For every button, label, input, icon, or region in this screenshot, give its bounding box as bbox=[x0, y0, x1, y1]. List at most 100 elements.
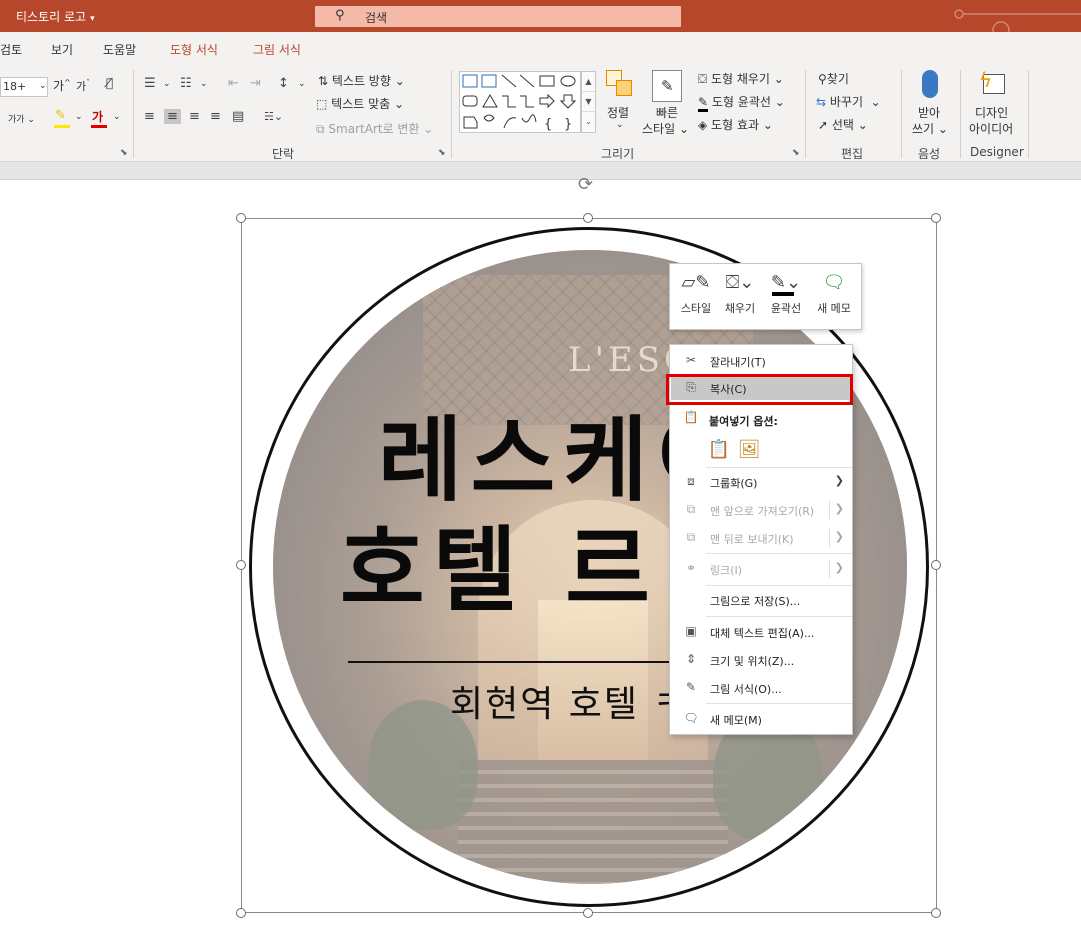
resize-handle-top[interactable] bbox=[583, 213, 593, 223]
resize-handle-right[interactable] bbox=[931, 560, 941, 570]
chevron-down-icon[interactable]: ⌄ bbox=[298, 79, 306, 89]
menu-label-group: 그룹화(G) bbox=[710, 477, 758, 490]
svg-text:{: { bbox=[544, 117, 552, 132]
gallery-more-icon[interactable]: ⌄ bbox=[582, 112, 595, 132]
tab-shape-format[interactable]: 도형 서식 bbox=[170, 41, 218, 58]
bullets-icon[interactable]: ☰ bbox=[144, 76, 156, 91]
menu-item-size-position[interactable]: ⇕ 크기 및 위치(Z)... bbox=[671, 648, 852, 672]
chevron-down-icon[interactable]: ⌄ bbox=[113, 112, 121, 122]
paint-bucket-icon: ⛋⌄ bbox=[725, 272, 755, 293]
design-ideas-icon[interactable]: ϟ bbox=[979, 68, 1007, 98]
justify-icon[interactable]: ≡ bbox=[210, 109, 221, 124]
paste-keep-format-icon[interactable]: 📋 bbox=[706, 437, 732, 463]
smartart-label: SmartArt로 변환 bbox=[328, 122, 420, 136]
scroll-up-icon[interactable]: ▲ bbox=[582, 72, 595, 92]
find-button[interactable]: ⚲찾기 bbox=[818, 70, 849, 87]
resize-handle-top-right[interactable] bbox=[931, 213, 941, 223]
pen-icon: ✎ bbox=[698, 95, 709, 112]
replace-button[interactable]: ⇆ 바꾸기 ⌄ bbox=[816, 93, 881, 110]
menu-item-bring-to-front[interactable]: ⧉ 맨 앞으로 가져오기(R) ❯ bbox=[671, 498, 852, 522]
resize-handle-left[interactable] bbox=[236, 560, 246, 570]
mini-comment-button[interactable]: 🗨 새 메모 bbox=[811, 268, 857, 328]
mini-style-button[interactable]: ▱✎ 스타일 bbox=[676, 268, 716, 328]
shape-fill-button[interactable]: ⛋ 도형 채우기 ⌄ bbox=[698, 70, 784, 87]
numbering-icon[interactable]: ☷ bbox=[180, 76, 192, 91]
alt-text-icon: ▣ bbox=[685, 624, 697, 638]
menu-vertical-separator bbox=[829, 560, 830, 578]
arrange-label[interactable]: 정렬 bbox=[607, 104, 629, 121]
align-center-icon[interactable]: ≡ bbox=[164, 109, 181, 124]
group-separator bbox=[133, 70, 134, 158]
rotate-handle-icon[interactable]: ⟳ bbox=[578, 174, 593, 195]
chevron-down-icon[interactable]: ⌄ bbox=[75, 112, 83, 122]
line-spacing-icon[interactable]: ↕ bbox=[278, 76, 289, 91]
scroll-down-icon[interactable]: ▼ bbox=[582, 92, 595, 112]
quick-styles-label-2[interactable]: 스타일 ⌄ bbox=[642, 120, 689, 137]
group-separator bbox=[451, 70, 452, 158]
design-ideas-label-2[interactable]: 아이디어 bbox=[969, 120, 1013, 137]
menu-item-send-to-back[interactable]: ⧉ 맨 뒤로 보내기(K) ❯ bbox=[671, 526, 852, 550]
shapes-gallery-icons: {} bbox=[462, 74, 577, 132]
distributed-icon[interactable]: ▤ bbox=[232, 109, 244, 124]
font-grow-button[interactable]: 가^ bbox=[53, 77, 71, 94]
drawing-dialog-launcher-icon[interactable]: ⬊ bbox=[792, 148, 800, 158]
chevron-down-icon[interactable]: ⌄ bbox=[200, 79, 208, 89]
arrange-icon[interactable] bbox=[606, 70, 634, 100]
tab-picture-format[interactable]: 그림 서식 bbox=[253, 41, 301, 58]
paste-as-picture-icon[interactable]: 🖼 bbox=[736, 437, 762, 463]
microphone-icon[interactable] bbox=[922, 70, 938, 98]
chevron-down-icon[interactable]: ⌄ bbox=[163, 79, 171, 89]
clear-format-icon[interactable]: 가̸ bbox=[106, 76, 113, 90]
text-direction-button[interactable]: ⇅ 텍스트 방향 ⌄ bbox=[318, 72, 405, 89]
resize-handle-top-left[interactable] bbox=[236, 213, 246, 223]
menu-item-link[interactable]: ⚭ 링크(I) ❯ bbox=[671, 557, 852, 581]
dictate-label-2[interactable]: 쓰기 ⌄ bbox=[912, 120, 948, 137]
quick-styles-icon[interactable]: ✎ bbox=[652, 70, 682, 102]
columns-icon[interactable]: ☵⌄ bbox=[264, 110, 283, 123]
shapes-gallery-scroll[interactable]: ▲ ▼ ⌄ bbox=[581, 71, 596, 133]
font-grow-glyph: 가 bbox=[53, 79, 65, 93]
group-label-editing: 편집 bbox=[841, 147, 864, 161]
search-box[interactable]: ⚲ 검색 bbox=[315, 6, 681, 27]
menu-item-edit-alt-text[interactable]: ▣ 대체 텍스트 편집(A)... bbox=[671, 620, 852, 644]
smartart-button[interactable]: ⧉ SmartArt로 변환 ⌄ bbox=[316, 120, 433, 137]
font-size-box[interactable]: 18+ ⌄ bbox=[0, 77, 48, 97]
decrease-indent-icon[interactable]: ⇤ bbox=[228, 76, 239, 91]
select-button[interactable]: ➚ 선택 ⌄ bbox=[818, 116, 868, 133]
tab-view[interactable]: 보기 bbox=[51, 41, 73, 58]
shapes-gallery[interactable]: {} bbox=[459, 71, 581, 133]
tab-review[interactable]: 검토 bbox=[0, 41, 22, 58]
copy-highlight-box bbox=[666, 374, 853, 405]
font-shrink-button[interactable]: 가ˇ bbox=[76, 78, 90, 94]
font-dialog-launcher-icon[interactable]: ⬊ bbox=[120, 148, 128, 158]
menu-item-format-picture[interactable]: ✎ 그림 서식(O)... bbox=[671, 676, 852, 700]
shape-outline-button[interactable]: ✎ 도형 윤곽선 ⌄ bbox=[698, 93, 785, 112]
menu-item-group[interactable]: ⧈ 그룹화(G) ❯ bbox=[671, 470, 852, 494]
highlighter-icon[interactable]: ✎ bbox=[55, 108, 66, 123]
font-color-button[interactable]: 가 bbox=[92, 108, 103, 125]
menu-item-cut[interactable]: ✂ 잘라내기(T) bbox=[671, 349, 852, 373]
increase-indent-icon[interactable]: ⇥ bbox=[250, 76, 261, 91]
menu-item-save-as-picture[interactable]: 그림으로 저장(S)... bbox=[671, 588, 852, 612]
document-title[interactable]: 티스토리 로고 ▾ bbox=[16, 8, 95, 25]
resize-handle-bottom[interactable] bbox=[583, 908, 593, 918]
char-spacing-button[interactable]: 가가 ⌄ bbox=[8, 112, 35, 125]
mini-outline-button[interactable]: ✎⌄ 윤곽선 bbox=[766, 268, 806, 328]
resize-handle-bottom-left[interactable] bbox=[236, 908, 246, 918]
shape-effects-button[interactable]: ◈ 도형 효과 ⌄ bbox=[698, 116, 773, 133]
paragraph-dialog-launcher-icon[interactable]: ⬊ bbox=[438, 148, 446, 158]
menu-label-edit-alt-text: 대체 텍스트 편집(A)... bbox=[710, 627, 815, 640]
menu-item-new-comment[interactable]: 🗨 새 메모(M) bbox=[671, 707, 852, 731]
design-ideas-label[interactable]: 디자인 bbox=[975, 104, 1008, 121]
caret-up-icon: ^ bbox=[64, 78, 71, 87]
dictate-label[interactable]: 받아 bbox=[918, 104, 940, 121]
align-left-icon[interactable]: ≡ bbox=[144, 109, 155, 124]
mini-fill-button[interactable]: ⛋⌄ 채우기 bbox=[720, 268, 760, 328]
chevron-down-icon[interactable]: ⌄ bbox=[616, 120, 624, 130]
quick-styles-label[interactable]: 빠른 bbox=[656, 104, 678, 121]
tab-help[interactable]: 도움말 bbox=[103, 41, 136, 58]
resize-handle-bottom-right[interactable] bbox=[931, 908, 941, 918]
search-icon: ⚲ bbox=[818, 72, 827, 86]
align-right-icon[interactable]: ≡ bbox=[189, 109, 200, 124]
align-text-button[interactable]: ⬚ 텍스트 맞춤 ⌄ bbox=[316, 95, 404, 112]
